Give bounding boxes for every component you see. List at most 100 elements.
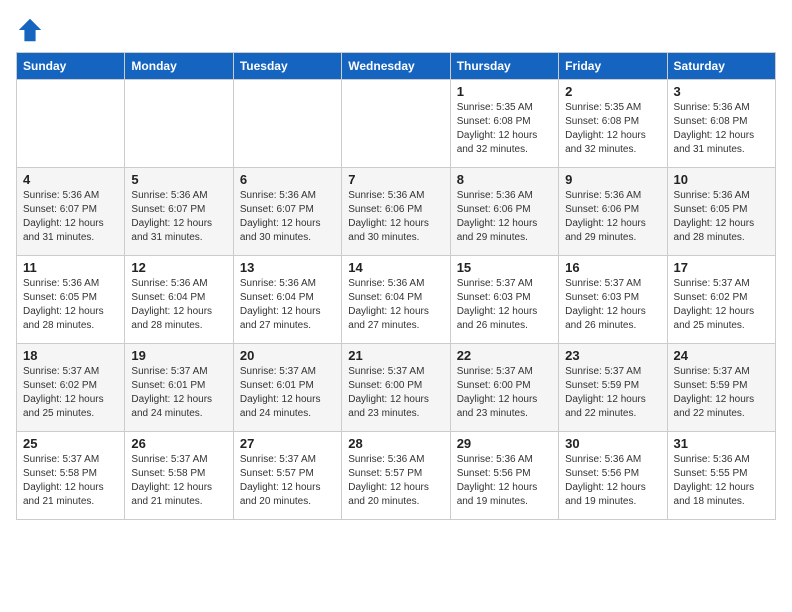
day-cell: 7Sunrise: 5:36 AM Sunset: 6:06 PM Daylig…: [342, 168, 450, 256]
week-row-2: 4 Sunrise: 5:36 AM Sunset: 6:07 PM Daylig…: [17, 168, 776, 256]
logo: [16, 16, 48, 44]
day-cell: 17 Sunrise: 5:37 AM Sunset: 6:02 PM Dayli…: [667, 256, 775, 344]
day-cell: [125, 80, 233, 168]
day-number: 5: [131, 172, 226, 187]
day-number: 20: [240, 348, 335, 363]
day-info: Sunrise: 5:36 AM Sunset: 5:56 PM Dayligh…: [457, 453, 552, 509]
day-cell: 26 Sunrise: 5:37 AM Sunset: 5:58 PM Dayli…: [125, 432, 233, 520]
day-info: Sunrise: 5:37 AM Sunset: 6:01 PM Dayligh…: [131, 365, 226, 421]
day-number: 29: [457, 436, 552, 451]
day-info: Sunrise: 5:36 AM Sunset: 6:06 PM Dayligh…: [457, 189, 552, 245]
day-cell: 18Sunrise: 5:37 AM Sunset: 6:02 PM Dayli…: [17, 344, 125, 432]
day-number: 31: [674, 436, 769, 451]
day-number: 14: [348, 260, 443, 275]
header-cell-sunday: Sunday: [17, 53, 125, 80]
day-cell: [233, 80, 341, 168]
day-cell: 12 Sunrise: 5:36 AM Sunset: 6:04 PM Dayli…: [125, 256, 233, 344]
day-info: Sunrise: 5:37 AM Sunset: 5:58 PM Dayligh…: [23, 453, 118, 509]
day-number: 15: [457, 260, 552, 275]
day-cell: 1 Sunrise: 5:35 AM Sunset: 6:08 PM Daylig…: [450, 80, 558, 168]
day-info: Sunrise: 5:36 AM Sunset: 6:05 PM Dayligh…: [23, 277, 118, 333]
day-number: 10: [674, 172, 769, 187]
day-info: Sunrise: 5:37 AM Sunset: 5:59 PM Dayligh…: [565, 365, 660, 421]
day-cell: 2 Sunrise: 5:35 AM Sunset: 6:08 PM Daylig…: [559, 80, 667, 168]
day-cell: 3 Sunrise: 5:36 AM Sunset: 6:08 PM Daylig…: [667, 80, 775, 168]
day-cell: 16Sunrise: 5:37 AM Sunset: 6:03 PM Dayli…: [559, 256, 667, 344]
day-cell: 22 Sunrise: 5:37 AM Sunset: 6:00 PM Dayli…: [450, 344, 558, 432]
week-row-4: 18Sunrise: 5:37 AM Sunset: 6:02 PM Dayli…: [17, 344, 776, 432]
day-info: Sunrise: 5:36 AM Sunset: 6:04 PM Dayligh…: [348, 277, 443, 333]
calendar-body: 1 Sunrise: 5:35 AM Sunset: 6:08 PM Daylig…: [17, 80, 776, 520]
day-cell: 9 Sunrise: 5:36 AM Sunset: 6:06 PM Daylig…: [559, 168, 667, 256]
day-cell: 30 Sunrise: 5:36 AM Sunset: 5:56 PM Dayli…: [559, 432, 667, 520]
day-info: Sunrise: 5:36 AM Sunset: 5:56 PM Dayligh…: [565, 453, 660, 509]
day-info: Sunrise: 5:36 AM Sunset: 6:07 PM Dayligh…: [131, 189, 226, 245]
day-cell: 14 Sunrise: 5:36 AM Sunset: 6:04 PM Dayli…: [342, 256, 450, 344]
day-cell: 5 Sunrise: 5:36 AM Sunset: 6:07 PM Daylig…: [125, 168, 233, 256]
day-info: Sunrise: 5:37 AM Sunset: 6:02 PM Dayligh…: [23, 365, 118, 421]
day-number: 30: [565, 436, 660, 451]
day-number: 1: [457, 84, 552, 99]
day-cell: 8 Sunrise: 5:36 AM Sunset: 6:06 PM Daylig…: [450, 168, 558, 256]
day-cell: [17, 80, 125, 168]
day-number: 24: [674, 348, 769, 363]
day-cell: 13Sunrise: 5:36 AM Sunset: 6:04 PM Dayli…: [233, 256, 341, 344]
day-info: Sunrise: 5:37 AM Sunset: 6:00 PM Dayligh…: [457, 365, 552, 421]
day-cell: 6Sunrise: 5:36 AM Sunset: 6:07 PM Daylig…: [233, 168, 341, 256]
calendar-header: SundayMondayTuesdayWednesdayThursdayFrid…: [17, 53, 776, 80]
day-info: Sunrise: 5:37 AM Sunset: 6:00 PM Dayligh…: [348, 365, 443, 421]
day-info: Sunrise: 5:37 AM Sunset: 6:01 PM Dayligh…: [240, 365, 335, 421]
header-cell-friday: Friday: [559, 53, 667, 80]
day-number: 4: [23, 172, 118, 187]
day-cell: 27 Sunrise: 5:37 AM Sunset: 5:57 PM Dayli…: [233, 432, 341, 520]
day-number: 19: [131, 348, 226, 363]
header-cell-wednesday: Wednesday: [342, 53, 450, 80]
day-cell: 25 Sunrise: 5:37 AM Sunset: 5:58 PM Dayli…: [17, 432, 125, 520]
day-number: 12: [131, 260, 226, 275]
day-number: 27: [240, 436, 335, 451]
day-info: Sunrise: 5:35 AM Sunset: 6:08 PM Dayligh…: [457, 101, 552, 157]
day-number: 9: [565, 172, 660, 187]
header-cell-monday: Monday: [125, 53, 233, 80]
day-number: 13: [240, 260, 335, 275]
week-row-5: 25 Sunrise: 5:37 AM Sunset: 5:58 PM Dayli…: [17, 432, 776, 520]
day-number: 25: [23, 436, 118, 451]
day-info: Sunrise: 5:37 AM Sunset: 5:57 PM Dayligh…: [240, 453, 335, 509]
day-info: Sunrise: 5:37 AM Sunset: 6:03 PM Dayligh…: [457, 277, 552, 333]
day-number: 7: [348, 172, 443, 187]
day-number: 22: [457, 348, 552, 363]
day-info: Sunrise: 5:37 AM Sunset: 6:02 PM Dayligh…: [674, 277, 769, 333]
day-cell: 29 Sunrise: 5:36 AM Sunset: 5:56 PM Dayli…: [450, 432, 558, 520]
day-number: 2: [565, 84, 660, 99]
day-cell: 28Sunrise: 5:36 AM Sunset: 5:57 PM Dayli…: [342, 432, 450, 520]
day-info: Sunrise: 5:36 AM Sunset: 6:06 PM Dayligh…: [565, 189, 660, 245]
day-number: 17: [674, 260, 769, 275]
week-row-1: 1 Sunrise: 5:35 AM Sunset: 6:08 PM Daylig…: [17, 80, 776, 168]
day-cell: [342, 80, 450, 168]
logo-icon: [16, 16, 44, 44]
day-info: Sunrise: 5:37 AM Sunset: 6:03 PM Dayligh…: [565, 277, 660, 333]
day-info: Sunrise: 5:36 AM Sunset: 6:05 PM Dayligh…: [674, 189, 769, 245]
day-cell: 11 Sunrise: 5:36 AM Sunset: 6:05 PM Dayli…: [17, 256, 125, 344]
day-cell: 4Sunrise: 5:36 AM Sunset: 6:07 PM Daylig…: [17, 168, 125, 256]
day-number: 11: [23, 260, 118, 275]
page-header: [16, 16, 776, 44]
day-number: 26: [131, 436, 226, 451]
day-info: Sunrise: 5:37 AM Sunset: 5:58 PM Dayligh…: [131, 453, 226, 509]
header-cell-saturday: Saturday: [667, 53, 775, 80]
day-number: 6: [240, 172, 335, 187]
day-number: 3: [674, 84, 769, 99]
day-number: 8: [457, 172, 552, 187]
day-cell: 15 Sunrise: 5:37 AM Sunset: 6:03 PM Dayli…: [450, 256, 558, 344]
week-row-3: 11 Sunrise: 5:36 AM Sunset: 6:05 PM Dayli…: [17, 256, 776, 344]
header-row: SundayMondayTuesdayWednesdayThursdayFrid…: [17, 53, 776, 80]
day-info: Sunrise: 5:36 AM Sunset: 6:08 PM Dayligh…: [674, 101, 769, 157]
header-cell-tuesday: Tuesday: [233, 53, 341, 80]
day-info: Sunrise: 5:36 AM Sunset: 5:57 PM Dayligh…: [348, 453, 443, 509]
header-cell-thursday: Thursday: [450, 53, 558, 80]
day-cell: 19 Sunrise: 5:37 AM Sunset: 6:01 PM Dayli…: [125, 344, 233, 432]
day-info: Sunrise: 5:36 AM Sunset: 6:04 PM Dayligh…: [131, 277, 226, 333]
day-cell: 20 Sunrise: 5:37 AM Sunset: 6:01 PM Dayli…: [233, 344, 341, 432]
day-info: Sunrise: 5:35 AM Sunset: 6:08 PM Dayligh…: [565, 101, 660, 157]
day-info: Sunrise: 5:37 AM Sunset: 5:59 PM Dayligh…: [674, 365, 769, 421]
